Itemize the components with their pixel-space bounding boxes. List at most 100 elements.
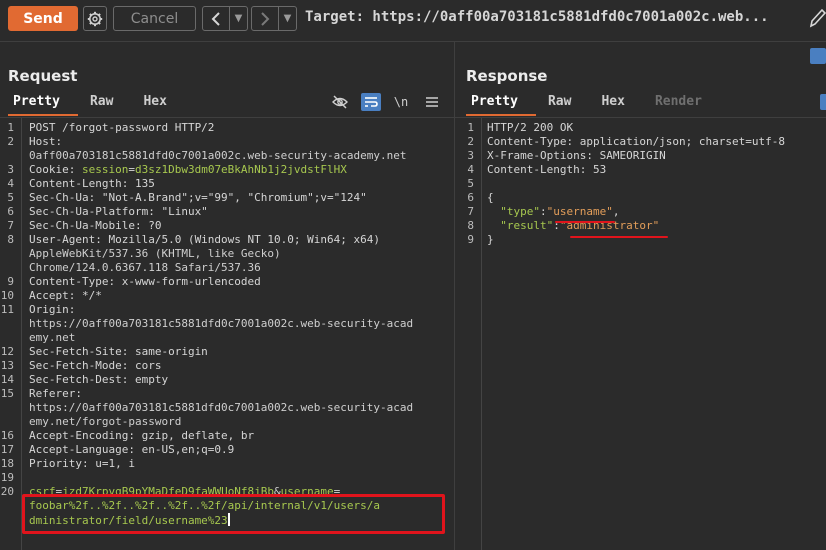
request-line-number: 11	[0, 303, 14, 316]
request-line-number: 6	[7, 205, 14, 218]
response-line[interactable]: HTTP/2 200 OK	[487, 121, 573, 135]
inspector-toggle[interactable]	[810, 48, 826, 64]
request-line[interactable]: Host:	[29, 135, 62, 149]
request-token: Accept: */*	[29, 289, 102, 302]
newline-label: \n	[393, 95, 409, 109]
top-toolbar: Send Cancel ▼ ▼ Target: https://0aff00a7…	[0, 0, 826, 38]
request-token: d3sz1Dbw3dm07eBkAhNb1j2jvdstFlHX	[134, 163, 347, 176]
request-line[interactable]: emy.net/forgot-password	[29, 415, 181, 429]
request-token: Origin:	[29, 303, 76, 316]
request-line[interactable]: Content-Type: x-www-form-urlencoded	[29, 275, 261, 289]
request-tab-hex[interactable]: Hex	[143, 94, 166, 109]
request-line-number: 7	[7, 219, 14, 232]
request-line[interactable]: Sec-Ch-Ua-Platform: "Linux"	[29, 205, 208, 219]
request-line[interactable]: Content-Length: 135	[29, 177, 155, 191]
response-line[interactable]: X-Frame-Options: SAMEORIGIN	[487, 149, 666, 163]
response-line-number: 2	[467, 135, 474, 148]
request-line[interactable]: Sec-Ch-Ua: "Not-A.Brand";v="99", "Chromi…	[29, 191, 367, 205]
response-line-number: 3	[467, 149, 474, 162]
target-url[interactable]: Target: https://0aff00a703181c5881dfd0c7…	[305, 9, 769, 25]
request-tab-raw[interactable]: Raw	[90, 94, 113, 109]
request-token: https://0aff00a703181c5881dfd0c7001a002c…	[29, 401, 414, 414]
request-line[interactable]: https://0aff00a703181c5881dfd0c7001a002c…	[29, 401, 413, 415]
back-button[interactable]	[203, 7, 230, 30]
wrap-lines-toggle[interactable]	[361, 93, 381, 111]
type-underline-annotation	[555, 221, 615, 223]
request-line-number: 10	[0, 289, 14, 302]
request-token: Chrome/124.0.6367.118 Safari/537.36	[29, 261, 261, 274]
response-token: ,	[612, 205, 620, 218]
forward-nav-group: ▼	[251, 6, 297, 31]
settings-button[interactable]	[83, 6, 107, 31]
request-line[interactable]: Accept-Language: en-US,en;q=0.9	[29, 443, 234, 457]
response-token: HTTP/2 200 OK	[487, 121, 574, 134]
response-wrap-toggle[interactable]	[820, 94, 826, 110]
request-line[interactable]: Sec-Fetch-Site: same-origin	[29, 345, 208, 359]
request-tab-pretty[interactable]: Pretty	[13, 94, 60, 109]
response-tabs: Pretty Raw Hex Render	[471, 94, 732, 109]
request-line[interactable]: https://0aff00a703181c5881dfd0c7001a002c…	[29, 317, 413, 331]
response-tab-render[interactable]: Render	[655, 94, 702, 109]
forward-history-dropdown[interactable]: ▼	[279, 7, 296, 30]
newline-toggle[interactable]: \n	[393, 94, 409, 110]
response-tab-raw[interactable]: Raw	[548, 94, 571, 109]
request-line[interactable]: User-Agent: Mozilla/5.0 (Windows NT 10.0…	[29, 233, 380, 247]
request-line[interactable]: AppleWebKit/537.36 (KHTML, like Gecko)	[29, 247, 281, 261]
response-tab-pretty[interactable]: Pretty	[471, 94, 518, 109]
gear-icon	[87, 11, 103, 26]
request-token: Host:	[29, 135, 63, 148]
request-line[interactable]: Referer:	[29, 387, 82, 401]
back-history-dropdown[interactable]: ▼	[230, 7, 247, 30]
response-line[interactable]: {	[487, 191, 494, 205]
request-line[interactable]: Origin:	[29, 303, 75, 317]
request-token: Sec-Ch-Ua-Mobile: ?0	[29, 219, 162, 232]
response-line[interactable]: Content-Type: application/json; charset=…	[487, 135, 785, 149]
response-line[interactable]: "type":"username",	[487, 205, 619, 219]
request-token: Accept-Encoding: gzip, deflate, br	[29, 429, 255, 442]
wrap-lines-icon	[365, 97, 378, 107]
request-line[interactable]: Priority: u=1, i	[29, 457, 135, 471]
request-line-number: 14	[0, 373, 14, 386]
request-line[interactable]: Sec-Fetch-Mode: cors	[29, 359, 161, 373]
request-token: session	[81, 163, 129, 176]
request-line[interactable]: 0aff00a703181c5881dfd0c7001a002c.web-sec…	[29, 149, 407, 163]
edit-target-button[interactable]	[808, 7, 826, 32]
request-line[interactable]: Accept: */*	[29, 289, 102, 303]
request-token: Sec-Ch-Ua: "Not-A.Brand";v="99", "Chromi…	[29, 191, 367, 204]
request-line-number: 17	[0, 443, 14, 456]
request-line-number: 19	[0, 471, 14, 484]
request-token: AppleWebKit/537.36 (KHTML, like Gecko)	[29, 247, 281, 260]
request-token: 0aff00a703181c5881dfd0c7001a002c.web-sec…	[29, 149, 407, 162]
request-line[interactable]: Chrome/124.0.6367.118 Safari/537.36	[29, 261, 261, 275]
request-line[interactable]: Accept-Encoding: gzip, deflate, br	[29, 429, 254, 443]
request-token: emy.net/forgot-password	[29, 415, 182, 428]
request-line-number: 5	[7, 191, 14, 204]
response-line-number: 9	[467, 233, 474, 246]
request-token: Sec-Fetch-Mode: cors	[29, 359, 162, 372]
response-line-number: 7	[467, 205, 474, 218]
pane-splitter[interactable]	[454, 42, 455, 550]
response-line[interactable]: }	[487, 233, 494, 247]
response-token: :	[540, 205, 547, 218]
response-tab-hex[interactable]: Hex	[601, 94, 624, 109]
forward-button[interactable]	[252, 7, 279, 30]
request-line[interactable]: Cookie: session=d3sz1Dbw3dm07eBkAhNb1j2j…	[29, 163, 347, 177]
request-line[interactable]: Sec-Ch-Ua-Mobile: ?0	[29, 219, 161, 233]
response-line-number: 4	[467, 163, 474, 176]
response-token: Content-Length: 53	[487, 163, 607, 176]
cancel-button[interactable]: Cancel	[113, 6, 196, 31]
request-line-number: 20	[0, 485, 14, 498]
request-line[interactable]: POST /forgot-password HTTP/2	[29, 121, 214, 135]
request-line-number: 1	[7, 121, 14, 134]
hide-nonprintable-button[interactable]	[332, 94, 348, 110]
response-token	[487, 205, 500, 218]
request-line-number: 12	[0, 345, 14, 358]
response-token: X-Frame-Options: SAMEORIGIN	[487, 149, 666, 162]
request-menu-button[interactable]	[424, 94, 440, 110]
response-line[interactable]: Content-Length: 53	[487, 163, 606, 177]
request-token: Referer:	[29, 387, 82, 400]
send-button[interactable]: Send	[8, 6, 78, 31]
request-line[interactable]: Sec-Fetch-Dest: empty	[29, 373, 168, 387]
request-line[interactable]: emy.net	[29, 331, 75, 345]
request-line-number: 18	[0, 457, 14, 470]
